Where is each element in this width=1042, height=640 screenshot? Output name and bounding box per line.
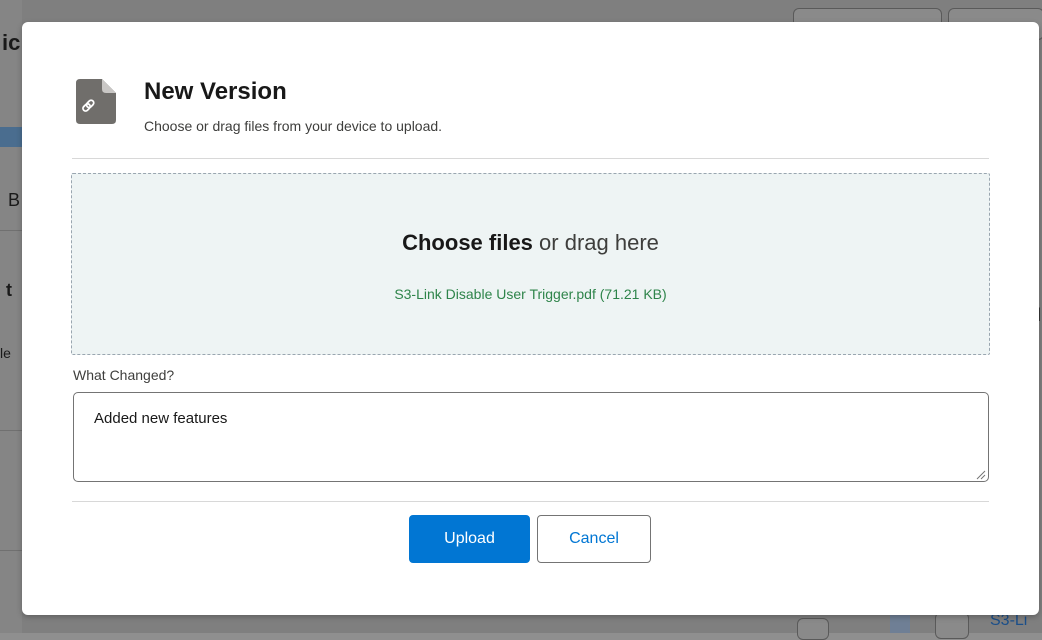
modal-title: New Version [144,78,287,105]
new-version-modal: New Version Choose or drag files from yo… [22,22,1039,615]
modal-subtitle: Choose or drag files from your device to… [144,118,443,134]
background-file-icon [935,612,969,639]
resize-handle-icon[interactable] [974,467,986,480]
cancel-button[interactable]: Cancel [537,515,651,563]
file-dropzone[interactable]: Choose files or drag here S3-Link Disabl… [71,173,990,355]
selected-file-name: S3-Link Disable User Trigger.pdf (71.21 … [394,286,667,302]
background-text-fragment: ic [2,30,21,55]
modal-header: New Version Choose or drag files from yo… [72,74,989,159]
dropzone-prompt: Choose files or drag here [72,230,989,256]
background-header-strip [0,127,22,147]
background-text-fragment: B [8,190,21,210]
drag-here-text: or drag here [532,230,659,255]
footer-divider [72,501,989,502]
background-text-fragment: le [0,345,11,361]
background-panel-left [0,0,22,633]
attachment-document-icon [76,79,116,124]
background-text-fragment: t [6,280,12,300]
background-divider [0,550,22,551]
upload-button[interactable]: Upload [409,515,530,563]
what-changed-textarea[interactable] [74,393,988,481]
what-changed-label: What Changed? [73,367,175,383]
background-file-thumb [890,615,910,633]
background-divider [0,230,22,231]
background-divider [0,430,22,431]
choose-files-link[interactable]: Choose files [402,230,533,255]
background-menu-button [797,618,829,640]
what-changed-field [73,392,989,482]
